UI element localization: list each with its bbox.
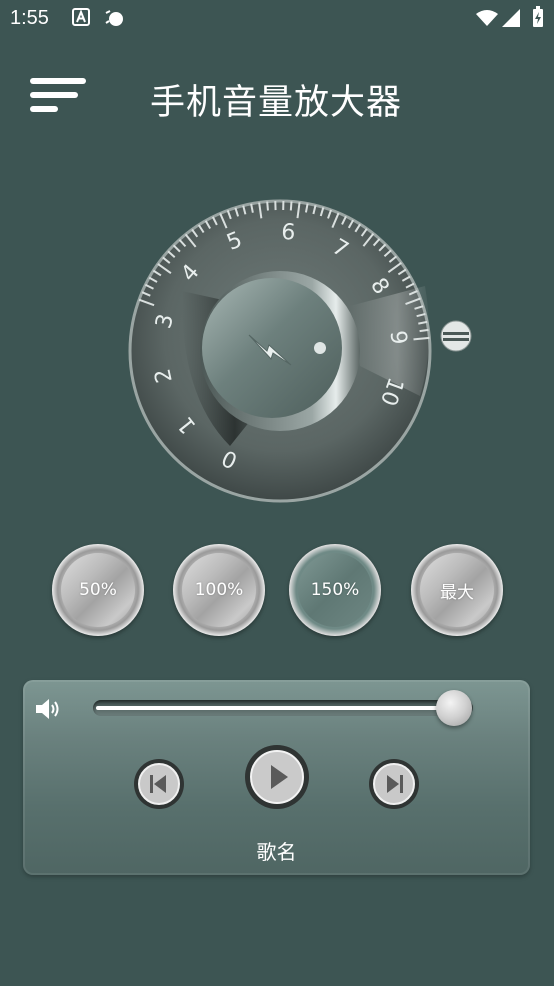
volume-dial[interactable]: 0 1 2 3 4 5 6 7 8 9 10 — [120, 196, 440, 516]
lightning-icon — [248, 334, 292, 366]
dial-scale-label: 9 — [385, 329, 411, 346]
dial-tick — [289, 201, 293, 211]
preset-150-label: 150% — [298, 553, 372, 627]
play-icon[interactable] — [244, 744, 310, 810]
menu-icon[interactable] — [30, 76, 90, 116]
battery-charging-icon — [533, 6, 543, 27]
dial-tick — [419, 328, 429, 333]
status-time: 1:55 — [10, 7, 49, 29]
preset-150-button[interactable]: 150% — [289, 544, 381, 636]
volume-slider[interactable] — [93, 690, 473, 726]
previous-icon[interactable] — [133, 758, 185, 810]
status-bar: 1:55 — [0, 0, 554, 36]
wifi-icon — [476, 10, 498, 26]
volume-slider-fill — [96, 706, 452, 710]
signal-icon — [502, 9, 520, 27]
preset-100-label: 100% — [182, 553, 256, 627]
volume-slider-thumb[interactable] — [436, 690, 472, 726]
page-title: 手机音量放大器 — [150, 83, 403, 123]
preset-50-label: 50% — [61, 553, 135, 627]
alarm-icon — [105, 10, 123, 26]
dial-tick — [266, 201, 269, 211]
preset-100-button[interactable]: 100% — [173, 544, 265, 636]
preset-max-button[interactable]: 最大 — [411, 544, 503, 636]
music-player: 歌名 — [23, 680, 530, 875]
a-notification-icon — [72, 8, 90, 26]
song-name: 歌名 — [256, 840, 297, 864]
next-icon[interactable] — [368, 758, 420, 810]
preset-50-button[interactable]: 50% — [52, 544, 144, 636]
preset-max-label: 最大 — [420, 553, 494, 627]
dial-scale-label: 6 — [280, 220, 296, 246]
speaker-icon[interactable] — [35, 698, 63, 720]
equals-icon[interactable] — [440, 320, 472, 352]
dial-tick — [413, 336, 430, 341]
